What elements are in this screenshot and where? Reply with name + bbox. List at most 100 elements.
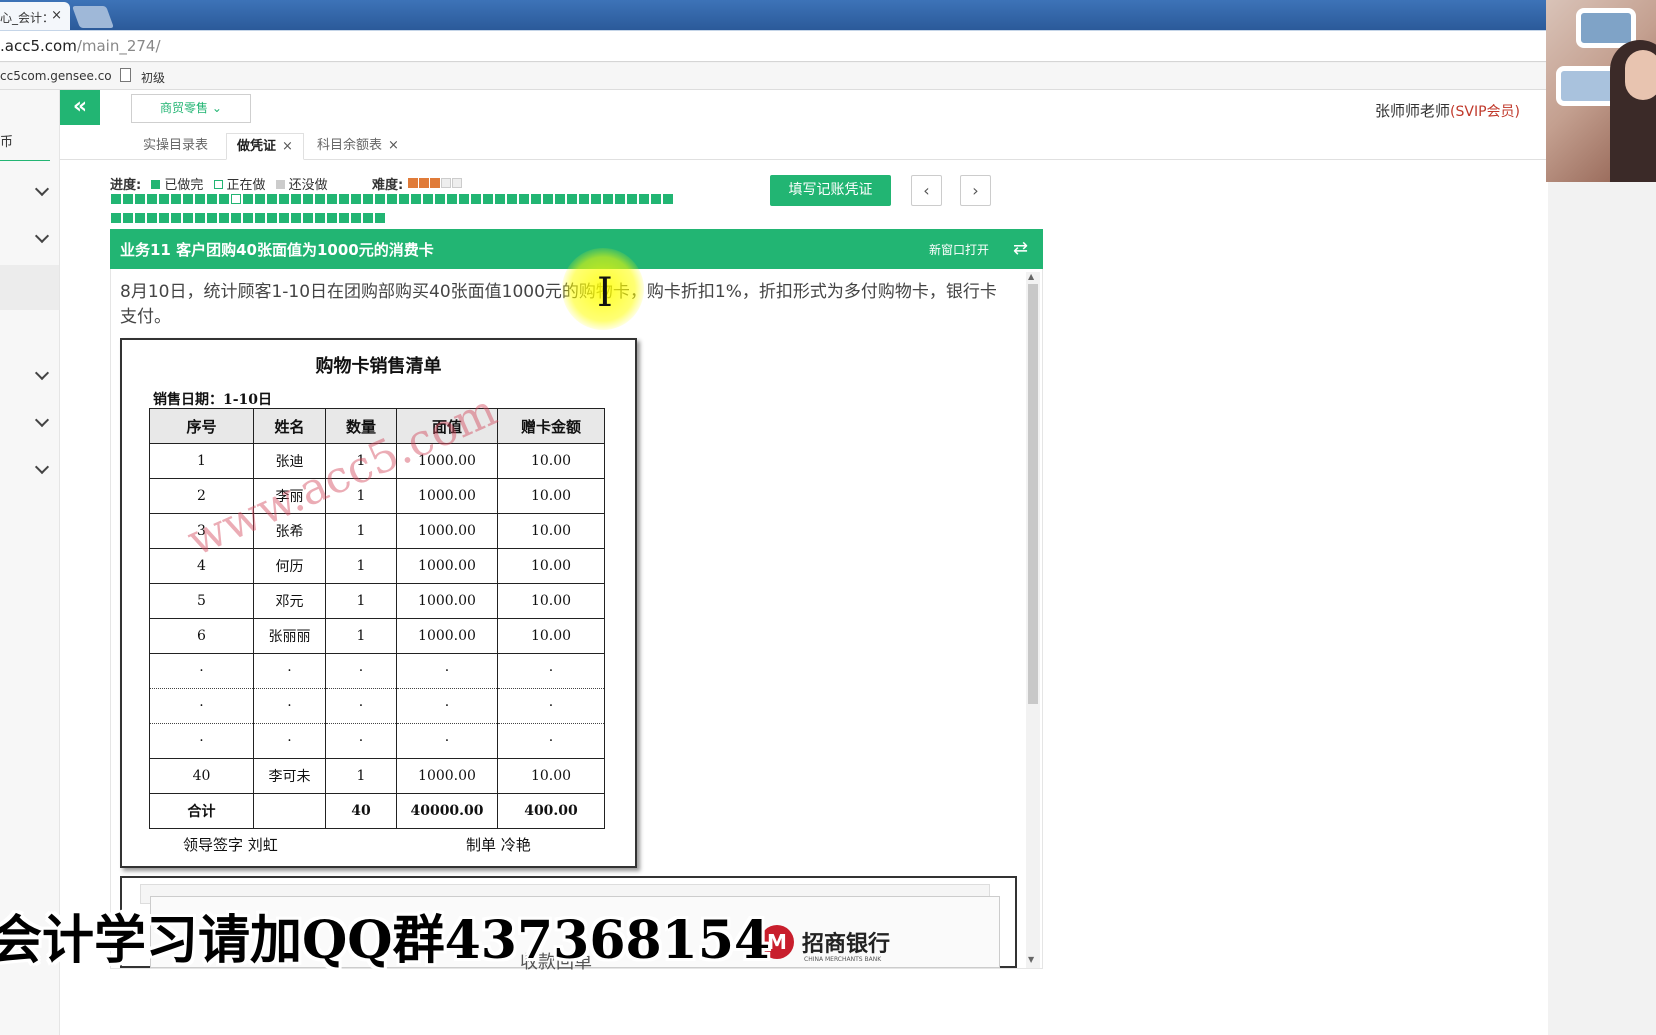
progress-cell[interactable] <box>303 194 313 204</box>
progress-cell[interactable] <box>459 194 469 204</box>
swap-icon[interactable]: ⇄ <box>1013 238 1028 259</box>
progress-cell[interactable] <box>231 194 241 204</box>
progress-cell[interactable] <box>327 194 337 204</box>
progress-cell[interactable] <box>603 194 613 204</box>
progress-cell[interactable] <box>123 194 133 204</box>
progress-cell[interactable] <box>255 213 265 223</box>
tab-practice-catalog[interactable]: 实操目录表 <box>143 133 208 160</box>
close-icon[interactable]: × <box>282 139 293 154</box>
progress-cell[interactable] <box>231 213 241 223</box>
progress-cell[interactable] <box>639 194 649 204</box>
progress-cell[interactable] <box>471 194 481 204</box>
progress-cell[interactable] <box>579 194 589 204</box>
progress-cell[interactable] <box>375 194 385 204</box>
progress-cell[interactable] <box>171 213 181 223</box>
user-info[interactable]: 张师师老师(SVIP会员) <box>1375 100 1520 121</box>
progress-cell[interactable] <box>219 213 229 223</box>
progress-cell[interactable] <box>363 213 373 223</box>
progress-cell[interactable] <box>219 194 229 204</box>
nav-item-label[interactable]: 币 <box>0 131 13 150</box>
progress-cell[interactable] <box>291 213 301 223</box>
progress-cell[interactable] <box>663 194 673 204</box>
progress-cell[interactable] <box>375 213 385 223</box>
fill-voucher-button[interactable]: 填写记账凭证 <box>770 175 891 206</box>
progress-cell[interactable] <box>495 194 505 204</box>
close-icon[interactable]: × <box>388 138 399 153</box>
table-cell: 6 <box>149 618 254 654</box>
scroll-up-icon[interactable]: ▲ <box>1028 272 1034 281</box>
progress-cell[interactable] <box>147 213 157 223</box>
progress-cell[interactable] <box>195 194 205 204</box>
progress-cell[interactable] <box>351 194 361 204</box>
progress-cell[interactable] <box>279 194 289 204</box>
progress-cell[interactable] <box>363 194 373 204</box>
next-button[interactable]: › <box>960 175 991 206</box>
scroll-down-icon[interactable]: ▼ <box>1028 955 1034 964</box>
progress-cell[interactable] <box>159 213 169 223</box>
progress-cell[interactable] <box>243 194 253 204</box>
progress-cell[interactable] <box>207 194 217 204</box>
progress-cell[interactable] <box>615 194 625 204</box>
progress-cell[interactable] <box>447 194 457 204</box>
progress-cell[interactable] <box>111 213 121 223</box>
progress-cell[interactable] <box>423 194 433 204</box>
progress-cell[interactable] <box>267 213 277 223</box>
bookmark-gensee[interactable]: cc5com.gensee.co <box>0 69 112 83</box>
url-text[interactable]: .acc5.com/main_274/ <box>0 37 161 55</box>
progress-cell[interactable] <box>111 194 121 204</box>
progress-cell[interactable] <box>339 194 349 204</box>
bookmark-chuji[interactable]: 初级 <box>141 69 165 86</box>
progress-cell[interactable] <box>519 194 529 204</box>
progress-cell[interactable] <box>291 194 301 204</box>
tab-make-voucher[interactable]: 做凭证 × <box>226 133 304 160</box>
nav-item-selected[interactable] <box>0 265 59 310</box>
progress-cell[interactable] <box>555 194 565 204</box>
progress-cell[interactable] <box>315 213 325 223</box>
table-cell: · <box>149 688 254 724</box>
progress-cell[interactable] <box>183 213 193 223</box>
progress-cell[interactable] <box>123 213 133 223</box>
progress-cell[interactable] <box>531 194 541 204</box>
progress-cell[interactable] <box>303 213 313 223</box>
prev-button[interactable]: ‹ <box>911 175 942 206</box>
scrollbar-thumb[interactable] <box>1028 284 1038 704</box>
progress-cell[interactable] <box>171 194 181 204</box>
open-new-window-link[interactable]: 新窗口打开 <box>929 241 989 258</box>
tab-close-icon[interactable]: × <box>51 8 62 23</box>
progress-cell[interactable] <box>399 194 409 204</box>
progress-cell[interactable] <box>195 213 205 223</box>
progress-cell[interactable] <box>591 194 601 204</box>
progress-cell[interactable] <box>411 194 421 204</box>
url-path: /main_274/ <box>76 37 161 55</box>
progress-cell[interactable] <box>243 213 253 223</box>
progress-cell[interactable] <box>315 194 325 204</box>
progress-cell[interactable] <box>435 194 445 204</box>
progress-cell[interactable] <box>267 194 277 204</box>
progress-cell[interactable] <box>387 194 397 204</box>
nav-active-underline <box>0 160 50 161</box>
progress-cell[interactable] <box>147 194 157 204</box>
qq-group-caption: 会计学习请加QQ群437368154 <box>0 910 771 971</box>
address-bar[interactable] <box>0 30 1548 62</box>
progress-cell[interactable] <box>159 194 169 204</box>
progress-cell[interactable] <box>327 213 337 223</box>
progress-cell[interactable] <box>255 194 265 204</box>
browser-tab[interactable]: 心_会计： × <box>0 2 70 30</box>
industry-select[interactable]: 商贸零售 ⌄ <box>131 94 251 123</box>
progress-cell[interactable] <box>135 194 145 204</box>
progress-cell[interactable] <box>651 194 661 204</box>
progress-cell[interactable] <box>279 213 289 223</box>
tab-account-balance[interactable]: 科目余额表 × <box>317 133 399 160</box>
progress-cell[interactable] <box>627 194 637 204</box>
progress-cell[interactable] <box>543 194 553 204</box>
table-cell: 10.00 <box>497 583 605 619</box>
progress-cell[interactable] <box>207 213 217 223</box>
progress-cell[interactable] <box>507 194 517 204</box>
progress-cell[interactable] <box>339 213 349 223</box>
progress-cell[interactable] <box>567 194 577 204</box>
progress-cell[interactable] <box>135 213 145 223</box>
progress-cell[interactable] <box>483 194 493 204</box>
progress-cell[interactable] <box>183 194 193 204</box>
progress-cell[interactable] <box>351 213 361 223</box>
collapse-sidebar-button[interactable]: « <box>60 90 100 125</box>
